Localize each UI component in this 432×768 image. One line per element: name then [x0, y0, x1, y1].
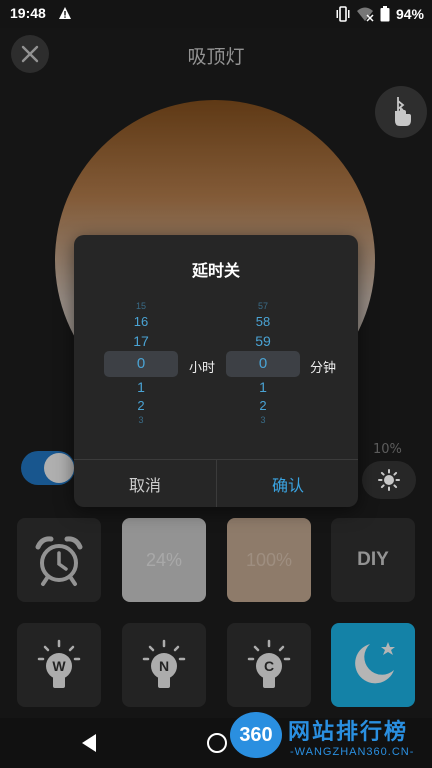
vibrate-icon — [336, 6, 350, 22]
watermark: 360 网站排行榜 -WANGZHAN360.CN- — [226, 708, 432, 768]
minutes-option: 2 — [259, 398, 267, 413]
back-icon[interactable] — [82, 734, 96, 752]
delay-off-dialog: 延时关 15 16 17 0 1 2 3 小时 57 58 59 0 1 2 3… — [74, 235, 358, 507]
hours-picker[interactable]: 15 16 17 0 1 2 3 — [104, 297, 178, 429]
minutes-option: 1 — [259, 379, 267, 395]
minutes-option: 3 — [260, 415, 266, 423]
watermark-url: -WANGZHAN360.CN- — [290, 746, 415, 758]
hours-unit: 小时 — [189, 361, 216, 376]
hours-option: 1 — [137, 379, 145, 395]
warning-icon — [59, 7, 71, 19]
watermark-name: 网站排行榜 — [288, 720, 409, 745]
minutes-unit: 分钟 — [310, 361, 337, 376]
hours-option: 16 — [133, 314, 149, 329]
wifi-off-icon — [356, 7, 374, 22]
hours-option: 3 — [138, 415, 144, 423]
minutes-option: 57 — [257, 301, 268, 311]
battery-icon — [380, 6, 390, 22]
hours-option: 17 — [133, 333, 149, 349]
minutes-option: 58 — [255, 314, 271, 329]
minutes-picker[interactable]: 57 58 59 0 1 2 3 — [226, 297, 300, 429]
watermark-logo: 360 — [230, 712, 282, 758]
cancel-button[interactable]: 取消 — [74, 460, 216, 507]
hours-option: 15 — [135, 301, 146, 311]
status-icons: 94% — [336, 5, 424, 23]
minutes-selected: 0 — [258, 355, 268, 372]
status-time: 19:48 — [10, 5, 46, 21]
battery-percent: 94% — [395, 6, 424, 22]
confirm-button[interactable]: 确认 — [217, 460, 358, 507]
minutes-option: 59 — [255, 333, 271, 349]
home-icon[interactable] — [207, 733, 227, 753]
dialog-title: 延时关 — [191, 261, 240, 280]
status-bar: 19:48 94% — [0, 0, 432, 28]
hours-option: 2 — [137, 398, 145, 413]
hours-selected: 0 — [136, 355, 146, 372]
